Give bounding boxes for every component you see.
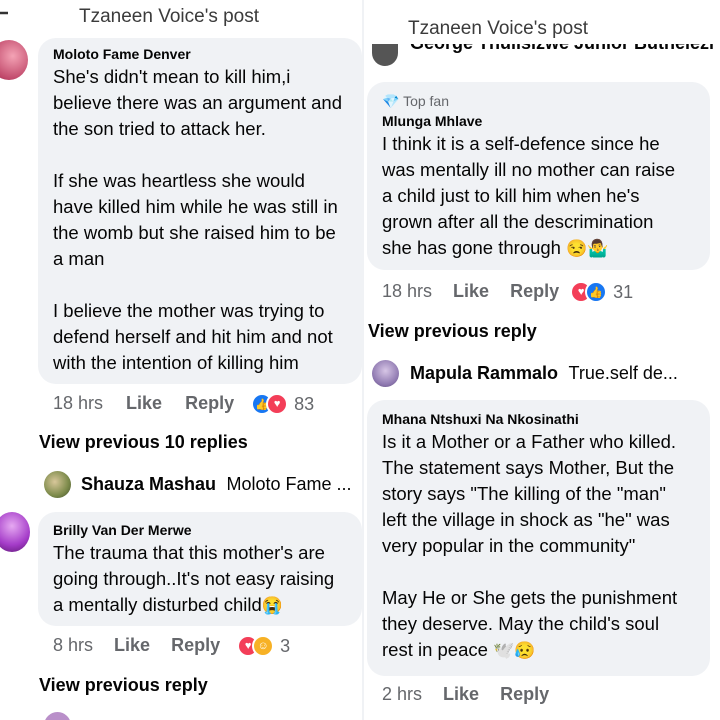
comment-bubble: 💎 Top fan Mlunga Mhlave I think it is a …: [367, 82, 710, 270]
avatar[interactable]: [372, 44, 398, 66]
back-arrow-icon[interactable]: [0, 4, 12, 24]
collapsed-reply[interactable]: Shauza Mashau Moloto Fame ...: [81, 474, 352, 495]
comment-line-with-emoji: she has gone through 😒🤷‍♂️: [382, 235, 712, 262]
comment-author[interactable]: Mhana Ntshuxi Na Nkosinathi: [382, 411, 579, 427]
reply-author[interactable]: George Thulisizwe Junior Buthelezi: [410, 44, 714, 54]
comment-line-with-emoji: a mentally disturbed child😭: [53, 592, 362, 619]
comment-line: believe there was an argument and: [53, 92, 342, 113]
comment-line: The statement says Mother, But the: [382, 457, 675, 478]
comment-actions: 18 hrs Like Reply 👍 ♥ 83: [53, 393, 315, 416]
reply-author[interactable]: Shauza Mashau: [81, 474, 216, 494]
comment-line: rest in peace: [382, 639, 488, 660]
dove-sad-emoji: 🕊️😥: [493, 641, 536, 660]
comment-line-with-emoji: rest in peace 🕊️😥: [382, 637, 712, 664]
view-previous-replies-link[interactable]: View previous 10 replies: [39, 432, 248, 453]
comment-line: a child just to kill him when he's: [382, 185, 640, 206]
comment-line: If she was heartless she would: [53, 170, 305, 191]
comment-line: they deserve. May the child's soul: [382, 613, 660, 634]
comment-bubble: Mhana Ntshuxi Na Nkosinathi Is it a Moth…: [367, 400, 710, 676]
cut-off-name-row: George Thulisizwe Junior Buthelezi: [410, 44, 720, 64]
like-button[interactable]: Like: [443, 684, 479, 704]
comment-line: a mentally disturbed child: [53, 594, 262, 615]
comment-line: left the village in shock as "he" was: [382, 509, 670, 530]
comment-line: The trauma that this mother's are: [53, 542, 325, 563]
comment-time[interactable]: 8 hrs: [53, 635, 93, 655]
post-header-title: Tzaneen Voice's post: [79, 6, 260, 27]
comment-line: May He or She gets the punishment: [382, 587, 678, 608]
reaction-count: 31: [613, 281, 634, 302]
comment-text: She's didn't mean to kill him,i believe …: [53, 64, 362, 376]
diamond-icon: 💎: [382, 93, 400, 109]
love-reaction-icon: ♥: [266, 393, 289, 416]
comment-bubble: Brilly Van Der Merwe The trauma that thi…: [38, 512, 362, 626]
reply-snippet: True.self de...: [568, 363, 678, 383]
comment-text: The trauma that this mother's are going …: [53, 540, 362, 619]
comment-line: was mentally ill no mother can raise: [382, 159, 676, 180]
view-previous-reply-link[interactable]: View previous reply: [39, 675, 208, 696]
unamused-shrug-emoji: 😒🤷‍♂️: [566, 239, 609, 258]
comment-line: the womb but she raised him to be: [53, 222, 336, 243]
comment-bubble: Moloto Fame Denver She's didn't mean to …: [38, 38, 362, 384]
reply-button[interactable]: Reply: [185, 393, 234, 413]
reactions-summary[interactable]: ♥ 👍 31: [570, 281, 634, 304]
reactions-summary[interactable]: 👍 ♥ 83: [251, 393, 315, 416]
reply-button[interactable]: Reply: [510, 281, 559, 301]
comment-line: very popular in the community": [382, 535, 636, 556]
comment-author[interactable]: Moloto Fame Denver: [53, 46, 191, 62]
post-header-title: Tzaneen Voice's post: [408, 18, 589, 39]
comment-line: she has gone through: [382, 237, 561, 258]
comment-line: the son tried to attack her.: [53, 118, 266, 139]
comment-actions: 2 hrs Like Reply: [382, 684, 549, 705]
reaction-count: 83: [294, 393, 315, 414]
view-previous-reply-link[interactable]: View previous reply: [368, 321, 537, 342]
comment-line: I think it is a self-defence since he: [382, 133, 660, 154]
comment-time[interactable]: 2 hrs: [382, 684, 422, 704]
badge-label: Top fan: [403, 93, 450, 109]
avatar[interactable]: [44, 712, 71, 720]
crying-emoji: 😭: [261, 596, 283, 615]
avatar[interactable]: [0, 512, 30, 552]
comment-author[interactable]: Mlunga Mhlave: [382, 113, 482, 129]
like-button[interactable]: Like: [126, 393, 162, 413]
left-screenshot-pane: Tzaneen Voice's post Moloto Fame Denver …: [0, 0, 362, 720]
comment-line: Is it a Mother or a Father who killed.: [382, 431, 677, 452]
comment-text: Is it a Mother or a Father who killed. T…: [382, 429, 712, 664]
comment-actions: 18 hrs Like Reply ♥ 👍 31: [382, 281, 634, 304]
care-reaction-icon: ☺: [252, 635, 275, 658]
avatar[interactable]: [372, 360, 399, 387]
like-reaction-icon: 👍: [585, 281, 608, 304]
comment-author[interactable]: Brilly Van Der Merwe: [53, 522, 192, 538]
comment-line: She's didn't mean to kill him,i: [53, 66, 291, 87]
reply-snippet: Moloto Fame ...: [226, 474, 352, 494]
comment-line: going through..It's not easy raising: [53, 568, 335, 589]
comment-line: with the intention of killing him: [53, 352, 299, 373]
comment-text: I think it is a self-defence since he wa…: [382, 131, 712, 262]
avatar[interactable]: [44, 471, 71, 498]
comment-line: grown after all the descrimination: [382, 211, 654, 232]
reply-author[interactable]: Mapula Rammalo: [410, 363, 558, 383]
right-screenshot-pane: Tzaneen Voice's post George Thulisizwe J…: [364, 0, 720, 720]
comment-time[interactable]: 18 hrs: [382, 281, 432, 301]
reactions-summary[interactable]: ♥ ☺ 3: [237, 635, 291, 658]
like-button[interactable]: Like: [453, 281, 489, 301]
comment-time[interactable]: 18 hrs: [53, 393, 103, 413]
comment-line: I believe the mother was trying to: [53, 300, 325, 321]
comment-line: have killed him while he was still in: [53, 196, 338, 217]
reaction-count: 3: [280, 635, 291, 656]
comment-line: a man: [53, 248, 105, 269]
collapsed-reply[interactable]: Mapula Rammalo True.self de...: [410, 363, 678, 384]
comment-line: defend herself and hit him and not: [53, 326, 333, 347]
comment-line: story says "The killing of the "man": [382, 483, 666, 504]
top-fan-badge: 💎 Top fan: [382, 93, 449, 110]
reply-button[interactable]: Reply: [171, 635, 220, 655]
like-button[interactable]: Like: [114, 635, 150, 655]
reply-button[interactable]: Reply: [500, 684, 549, 704]
comment-actions: 8 hrs Like Reply ♥ ☺ 3: [53, 635, 291, 658]
avatar[interactable]: [0, 40, 28, 80]
